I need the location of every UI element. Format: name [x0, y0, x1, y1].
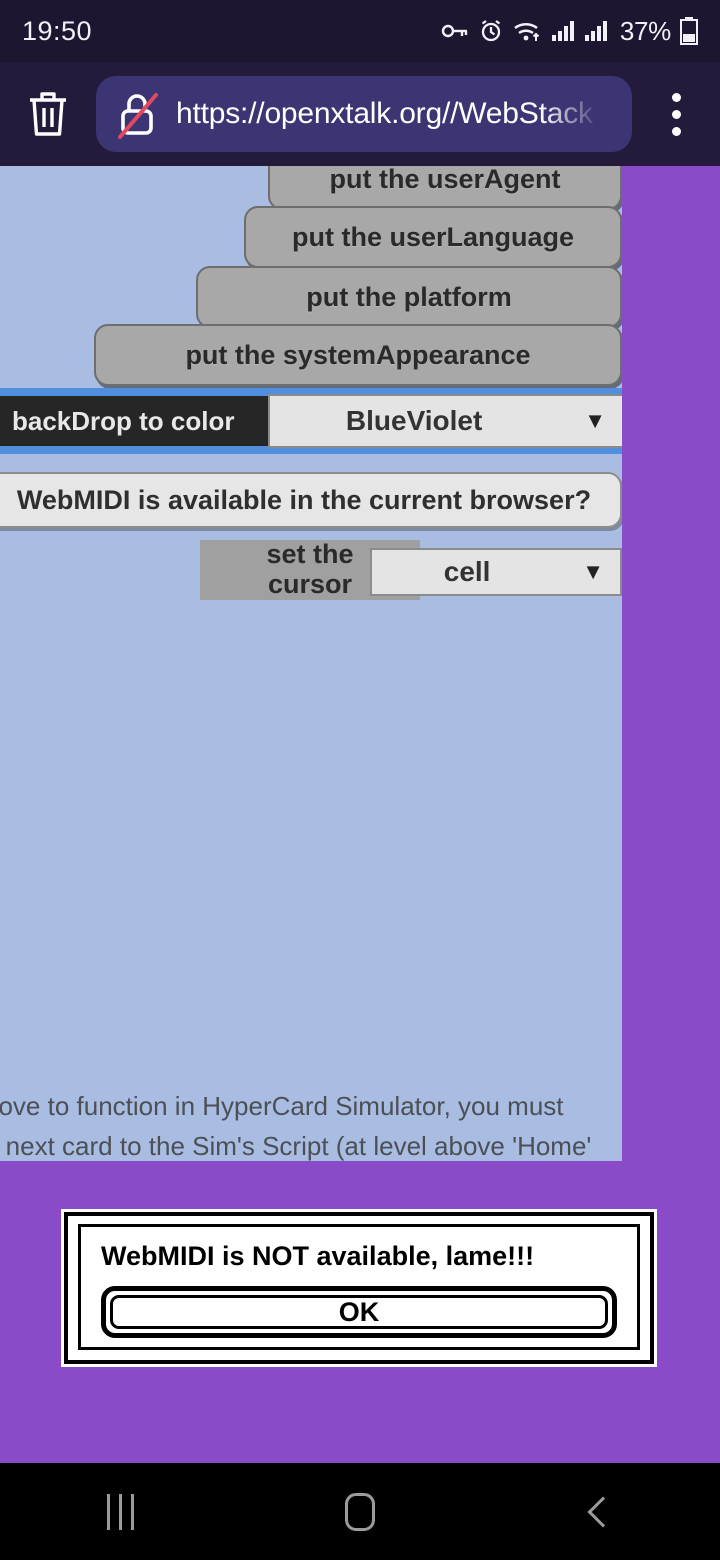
- footnote-line-2: e next card to the Sim's Script (at leve…: [0, 1131, 592, 1161]
- button-webmidi-available[interactable]: WebMIDI is available in the current brow…: [0, 472, 622, 528]
- alert-message: WebMIDI is NOT available, lame!!!: [101, 1241, 535, 1271]
- footnote-text: bove to function in HyperCard Simulator,…: [0, 1086, 622, 1161]
- home-icon[interactable]: [240, 1493, 480, 1531]
- footnote-line-1: bove to function in HyperCard Simulator,…: [0, 1091, 564, 1121]
- vpn-key-icon: [441, 20, 469, 42]
- button-put-the-systemappearance[interactable]: put the systemAppearance: [94, 324, 622, 386]
- set-the-cursor-line1: set the: [266, 539, 354, 570]
- wifi-icon: [513, 19, 543, 43]
- battery-icon: [680, 17, 698, 45]
- cursor-value: cell: [443, 556, 491, 587]
- signal-1-icon: [551, 20, 576, 42]
- backdrop-color-value: BlueViolet: [345, 405, 483, 436]
- overflow-menu-icon[interactable]: [632, 92, 720, 136]
- alert-dialog: WebMIDI is NOT available, lame!!! OK: [61, 1209, 657, 1367]
- cursor-select[interactable]: cell ▼: [370, 548, 622, 596]
- back-icon[interactable]: [480, 1496, 720, 1528]
- signal-2-icon: [584, 20, 609, 42]
- button-put-the-userlanguage[interactable]: put the userLanguage: [244, 206, 622, 268]
- android-nav-bar: [0, 1464, 720, 1560]
- status-bar: 19:50 37%: [0, 0, 720, 62]
- battery-percent: 37%: [619, 15, 671, 46]
- lock-crossed-out-icon: [114, 87, 162, 141]
- phone-screen: 19:50 37% https://openxtalk.org//WebStac…: [0, 0, 720, 1560]
- alarm-icon: [478, 18, 504, 44]
- set-the-cursor-line2: cursor: [267, 569, 353, 599]
- chevron-down-icon: ▼: [582, 559, 604, 584]
- button-put-the-useragent[interactable]: put the userAgent: [268, 166, 622, 210]
- ok-button[interactable]: OK: [110, 1295, 608, 1329]
- url-bar[interactable]: https://openxtalk.org//WebStack: [96, 76, 632, 152]
- browser-toolbar: https://openxtalk.org//WebStack: [0, 62, 720, 166]
- trash-icon[interactable]: [0, 89, 96, 139]
- hypercard-card: put the userAgent put the userLanguage p…: [0, 166, 622, 1161]
- status-time: 19:50: [22, 15, 93, 46]
- url-text: https://openxtalk.org//WebStack: [176, 97, 593, 130]
- backdrop-color-select[interactable]: BlueViolet ▼: [268, 394, 622, 448]
- chevron-down-icon: ▼: [584, 408, 606, 433]
- backdrop-to-color-label: backDrop to color: [0, 396, 268, 446]
- button-put-the-platform[interactable]: put the platform: [196, 266, 622, 328]
- recents-icon[interactable]: [0, 1494, 240, 1530]
- status-icons: 37%: [441, 16, 698, 47]
- ok-button-ring: OK: [101, 1286, 617, 1338]
